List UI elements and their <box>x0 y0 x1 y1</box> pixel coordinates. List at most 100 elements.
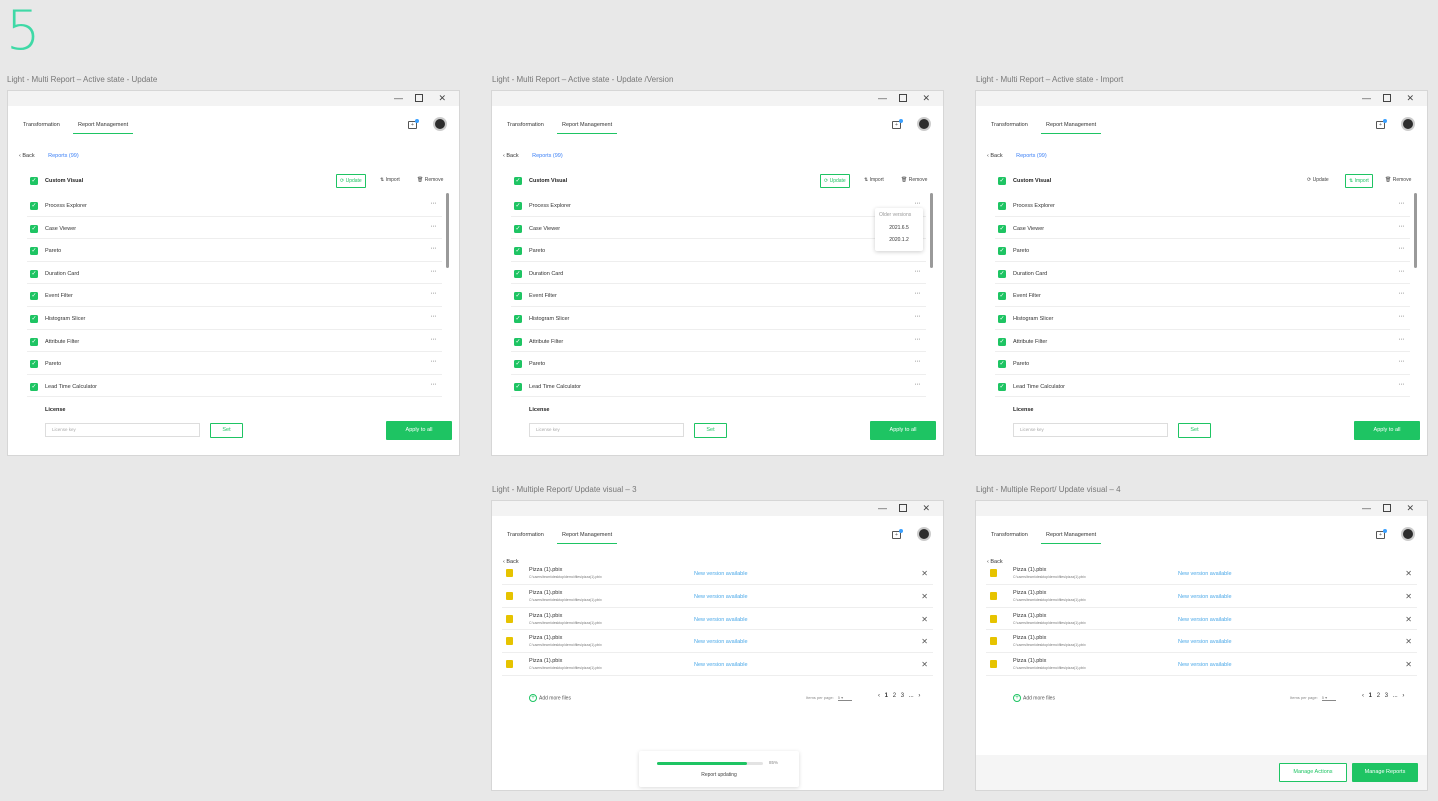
more-icon[interactable]: ··· <box>1399 245 1405 252</box>
set-button[interactable]: Set <box>694 423 727 438</box>
list-item[interactable]: ✓ Event Filter ··· <box>511 284 926 307</box>
select-all-checkbox[interactable]: ✓ <box>998 177 1006 185</box>
tab-transformation[interactable]: Transformation <box>986 122 1033 133</box>
remove-file-icon[interactable]: ✕ <box>921 569 928 578</box>
license-input[interactable]: License key <box>1013 423 1168 437</box>
import-button[interactable]: ⇅ Import <box>861 174 887 188</box>
set-button[interactable]: Set <box>210 423 243 438</box>
list-item[interactable]: ✓ Process Explorer ··· <box>995 194 1410 217</box>
more-icon[interactable]: ··· <box>431 336 437 343</box>
notification-icon[interactable]: + <box>892 119 903 129</box>
maximize-icon[interactable] <box>899 503 907 514</box>
list-item[interactable]: ✓ Attribute Filter ··· <box>511 330 926 353</box>
page-2[interactable]: 2 <box>1377 693 1380 699</box>
license-input[interactable]: License key <box>45 423 200 437</box>
select-all-checkbox[interactable]: ✓ <box>30 177 38 185</box>
import-button[interactable]: ⇅ Import <box>377 174 403 188</box>
scrollbar[interactable] <box>930 193 933 268</box>
more-icon[interactable]: ··· <box>431 223 437 230</box>
checkbox[interactable]: ✓ <box>998 292 1006 301</box>
next-page-icon[interactable]: › <box>1402 693 1404 699</box>
version-option[interactable]: 2020.1.2 <box>875 234 923 246</box>
prev-page-icon[interactable]: ‹ <box>1362 693 1364 699</box>
list-item[interactable]: ✓ Histogram Slicer ··· <box>995 307 1410 330</box>
more-icon[interactable]: ··· <box>915 290 921 297</box>
checkbox[interactable]: ✓ <box>998 269 1006 278</box>
notification-icon[interactable]: + <box>408 119 419 129</box>
remove-file-icon[interactable]: ✕ <box>921 660 928 669</box>
checkbox[interactable]: ✓ <box>30 247 38 256</box>
more-icon[interactable]: ··· <box>915 336 921 343</box>
list-item[interactable]: ✓ Lead Time Calculator ··· <box>995 375 1410 398</box>
remove-button[interactable]: 🗑 Remove <box>898 174 930 188</box>
checkbox[interactable]: ✓ <box>30 224 38 233</box>
more-icon[interactable]: ··· <box>915 358 921 365</box>
list-item[interactable]: ✓ Attribute Filter ··· <box>995 330 1410 353</box>
tab-transformation[interactable]: Transformation <box>18 122 65 133</box>
notification-icon[interactable]: + <box>1376 529 1387 539</box>
checkbox[interactable]: ✓ <box>514 292 522 301</box>
checkbox[interactable]: ✓ <box>514 247 522 256</box>
remove-file-icon[interactable]: ✕ <box>1405 660 1412 669</box>
list-item[interactable]: ✓ Pareto ··· <box>27 352 442 375</box>
file-status[interactable]: New version available <box>694 571 748 577</box>
list-item[interactable]: ✓ Event Filter ··· <box>995 284 1410 307</box>
list-item[interactable]: ✓ Process Explorer ··· <box>27 194 442 217</box>
checkbox[interactable]: ✓ <box>998 314 1006 323</box>
more-icon[interactable]: ··· <box>915 268 921 275</box>
more-icon[interactable]: ··· <box>431 290 437 297</box>
license-input[interactable]: License key <box>529 423 684 437</box>
file-status[interactable]: New version available <box>1178 662 1232 668</box>
list-item[interactable]: ✓ Case Viewer ··· <box>27 217 442 240</box>
tab-transformation[interactable]: Transformation <box>502 532 549 543</box>
list-item[interactable]: ✓ Attribute Filter ··· <box>27 330 442 353</box>
maximize-icon[interactable] <box>415 93 423 104</box>
add-more-files-button[interactable]: + Add more files <box>529 694 571 702</box>
close-icon[interactable]: ✕ <box>1406 93 1414 103</box>
more-icon[interactable]: ··· <box>431 200 437 207</box>
more-icon[interactable]: ··· <box>431 245 437 252</box>
next-page-icon[interactable]: › <box>918 693 920 699</box>
version-option[interactable]: 2021.6.5 <box>875 222 923 234</box>
tab-report-management[interactable]: Report Management <box>557 122 618 134</box>
items-per-page-select[interactable]: 5 ▾ <box>837 695 852 701</box>
maximize-icon[interactable] <box>899 93 907 104</box>
close-icon[interactable]: ✕ <box>922 93 930 103</box>
minimize-icon[interactable]: — <box>878 503 887 513</box>
apply-to-all-button[interactable]: Apply to all <box>1354 421 1420 440</box>
items-per-page-select[interactable]: 5 ▾ <box>1321 695 1336 701</box>
more-icon[interactable]: ··· <box>1399 313 1405 320</box>
checkbox[interactable]: ✓ <box>998 382 1006 391</box>
remove-file-icon[interactable]: ✕ <box>1405 615 1412 624</box>
tab-transformation[interactable]: Transformation <box>986 532 1033 543</box>
list-item[interactable]: ✓ Event Filter ··· <box>27 284 442 307</box>
close-icon[interactable]: ✕ <box>438 93 446 103</box>
minimize-icon[interactable]: — <box>1362 93 1371 103</box>
page-2[interactable]: 2 <box>893 693 896 699</box>
maximize-icon[interactable] <box>1383 503 1391 514</box>
update-button[interactable]: ⟳ Update <box>820 174 850 188</box>
tab-report-management[interactable]: Report Management <box>73 122 134 134</box>
avatar[interactable] <box>1401 117 1415 131</box>
checkbox[interactable]: ✓ <box>514 360 522 369</box>
import-button[interactable]: ⇅ Import <box>1345 174 1373 188</box>
page-3[interactable]: 3 <box>1385 693 1388 699</box>
avatar[interactable] <box>433 117 447 131</box>
notification-icon[interactable]: + <box>1376 119 1387 129</box>
select-all-checkbox[interactable]: ✓ <box>514 177 522 185</box>
list-item[interactable]: ✓ Pareto ··· <box>511 239 926 262</box>
maximize-icon[interactable] <box>1383 93 1391 104</box>
checkbox[interactable]: ✓ <box>514 202 522 210</box>
more-icon[interactable]: ··· <box>1399 200 1405 207</box>
list-item[interactable]: ✓ Duration Card ··· <box>511 262 926 285</box>
page-1[interactable]: 1 <box>1369 693 1372 699</box>
close-icon[interactable]: ✕ <box>922 503 930 513</box>
checkbox[interactable]: ✓ <box>514 269 522 278</box>
file-status[interactable]: New version available <box>1178 639 1232 645</box>
scrollbar[interactable] <box>1414 193 1417 268</box>
minimize-icon[interactable]: — <box>1362 503 1371 513</box>
notification-icon[interactable]: + <box>892 529 903 539</box>
list-item[interactable]: ✓ Lead Time Calculator ··· <box>511 375 926 398</box>
list-item[interactable]: ✓ Histogram Slicer ··· <box>27 307 442 330</box>
checkbox[interactable]: ✓ <box>514 337 522 346</box>
